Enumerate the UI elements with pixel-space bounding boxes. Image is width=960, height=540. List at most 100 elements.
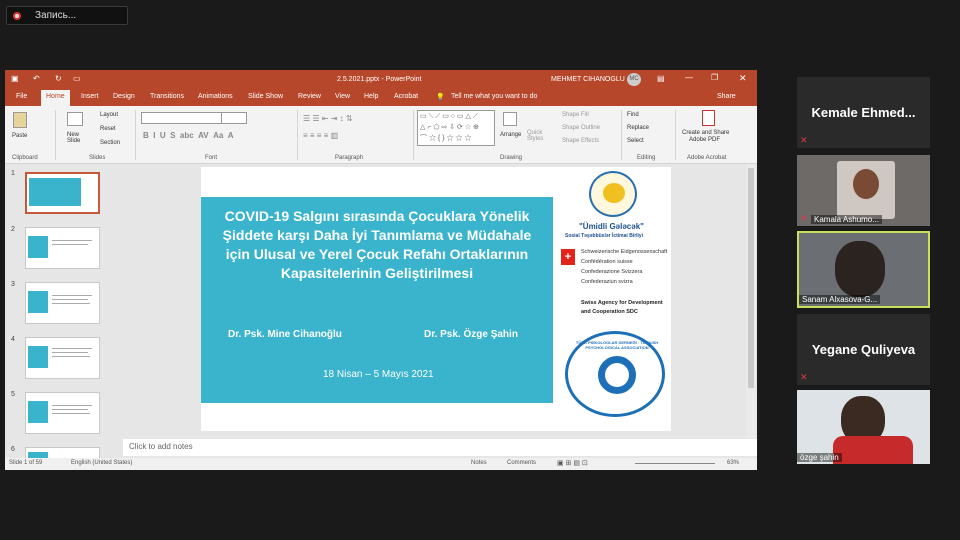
status-bar: Slide 1 of 59 English (United States) No… bbox=[5, 458, 757, 470]
close-icon[interactable]: ✕ bbox=[739, 73, 747, 84]
font-format-row[interactable]: B I U S abc AV Aa A bbox=[143, 131, 234, 140]
zoom-level[interactable]: 63% bbox=[727, 460, 739, 466]
layout-button[interactable]: Layout bbox=[100, 112, 118, 118]
slide-counter: Slide 1 of 59 bbox=[9, 460, 43, 466]
tpd-ring: TÜRK PSİKOLOGLAR DERNEĞİ · TURKISH PSYCH… bbox=[565, 331, 665, 417]
window-title: 2.5.2021.pptx - PowerPoint bbox=[337, 76, 422, 83]
participant-name: özge şahin bbox=[797, 453, 842, 462]
restore-icon[interactable]: ❐ bbox=[711, 73, 718, 82]
app-name: PowerPoint bbox=[385, 76, 422, 83]
scrollbar[interactable] bbox=[746, 164, 756, 438]
participant-tile[interactable]: Kemale Ehmed... ✕ bbox=[797, 77, 930, 148]
shape-outline-button[interactable]: Shape Outline bbox=[562, 125, 600, 131]
shape-effects-button[interactable]: Shape Effects bbox=[562, 138, 599, 144]
tab-design[interactable]: Design bbox=[113, 93, 135, 100]
shape-fill-button[interactable]: Shape Fill bbox=[562, 112, 589, 118]
tab-insert[interactable]: Insert bbox=[81, 93, 99, 100]
quick-styles-button[interactable]: Quick Styles bbox=[527, 130, 549, 142]
tab-transitions[interactable]: Transitions bbox=[150, 93, 184, 100]
thumbnail-3[interactable] bbox=[25, 282, 100, 324]
group-clipboard: Clipboard bbox=[12, 155, 38, 161]
powerpoint-window: ▣ ↶ ↻ ▭ 2.5.2021.pptx - PowerPoint MEHME… bbox=[5, 70, 757, 470]
language[interactable]: English (United States) bbox=[71, 460, 132, 466]
tab-view[interactable]: View bbox=[335, 93, 350, 100]
thumbnail-2[interactable] bbox=[25, 227, 100, 269]
user-name[interactable]: MEHMET CIHANOGLU bbox=[551, 76, 625, 83]
slide-canvas[interactable]: COVID-19 Salgını sırasında Çocuklara Yön… bbox=[201, 167, 671, 431]
participant-tile[interactable]: özge şahin bbox=[797, 390, 930, 464]
section-button[interactable]: Section bbox=[100, 140, 120, 146]
scroll-thumb[interactable] bbox=[748, 168, 754, 388]
create-share-label[interactable]: Create and Share bbox=[682, 130, 729, 136]
participant-tile-active[interactable]: Sanam Alxasova-G... bbox=[797, 231, 930, 308]
thumbnail-5[interactable] bbox=[25, 392, 100, 434]
list-buttons[interactable]: ☰ ☰ ⇤ ⇥ ↕ ⇅ bbox=[303, 114, 353, 123]
select-button[interactable]: Select bbox=[627, 138, 644, 144]
participant-tile[interactable]: Kamala Ashumo... ✕ bbox=[797, 155, 930, 226]
tab-help[interactable]: Help bbox=[364, 93, 378, 100]
umidli-name: "Ümidli Gələcək" bbox=[579, 222, 644, 231]
paste-icon[interactable] bbox=[13, 112, 27, 128]
tpd-p-icon bbox=[598, 356, 636, 394]
ribbon: Paste Clipboard New Slide Layout Reset S… bbox=[5, 106, 757, 164]
slide-title: COVID-19 Salgını sırasında Çocuklara Yön… bbox=[222, 208, 532, 281]
adobe-pdf-label[interactable]: Adobe PDF bbox=[689, 137, 720, 143]
arrange-icon[interactable] bbox=[503, 112, 517, 126]
umidli-sub: Sosial Təşəbbüslər İctimai Birliyi bbox=[565, 233, 644, 239]
thumb-title-block bbox=[29, 178, 81, 206]
recording-indicator[interactable]: Запись... bbox=[6, 6, 128, 25]
save-icon[interactable]: ▣ bbox=[11, 74, 19, 83]
new-slide-icon[interactable] bbox=[67, 112, 83, 126]
align-buttons[interactable]: ≡ ≡ ≡ ≡ ▥ bbox=[303, 131, 338, 140]
tab-file[interactable]: File bbox=[16, 93, 27, 100]
tpd-text: TÜRK PSİKOLOGLAR DERNEĞİ · TURKISH PSYCH… bbox=[575, 340, 659, 350]
find-button[interactable]: Find bbox=[627, 112, 639, 118]
tab-review[interactable]: Review bbox=[298, 93, 321, 100]
tell-me-box[interactable]: Tell me what you want to do bbox=[451, 93, 537, 100]
author-2: Dr. Psk. Özge Şahin bbox=[424, 329, 518, 340]
ribbon-display-icon[interactable]: ▤ bbox=[657, 74, 665, 83]
participant-name: Kemale Ehmed... bbox=[811, 105, 916, 120]
record-icon bbox=[13, 11, 21, 20]
paste-label[interactable]: Paste bbox=[12, 133, 27, 139]
tab-home[interactable]: Home bbox=[41, 90, 70, 106]
adobe-pdf-icon[interactable] bbox=[702, 110, 715, 126]
swiss-cross-icon: + bbox=[561, 249, 575, 265]
redo-icon[interactable]: ↻ bbox=[55, 74, 62, 83]
sun-shape bbox=[603, 183, 625, 203]
title-bar: ▣ ↶ ↻ ▭ 2.5.2021.pptx - PowerPoint MEHME… bbox=[5, 70, 757, 89]
notes-pane[interactable]: Click to add notes bbox=[123, 439, 757, 456]
tab-slideshow[interactable]: Slide Show bbox=[248, 93, 283, 100]
comments-button[interactable]: Comments bbox=[507, 460, 536, 466]
slide-thumbnails: 1 2 3 4 5 6 bbox=[5, 164, 123, 470]
new-slide-label[interactable]: New Slide bbox=[67, 132, 87, 144]
thumbnail-4[interactable] bbox=[25, 337, 100, 379]
participant-name: Yegane Quliyeva bbox=[811, 342, 916, 357]
thumbnail-1[interactable] bbox=[25, 172, 100, 214]
title-panel: COVID-19 Salgını sırasında Çocuklara Yön… bbox=[201, 197, 553, 403]
avatar[interactable]: MC bbox=[627, 73, 641, 86]
notes-button[interactable]: Notes bbox=[471, 460, 487, 466]
tab-acrobat[interactable]: Acrobat bbox=[394, 93, 418, 100]
swiss-agency: Swiss Agency for Development and Coopera… bbox=[581, 300, 663, 315]
font-size-box[interactable] bbox=[221, 112, 247, 124]
thumb-number: 4 bbox=[11, 336, 15, 343]
reset-button[interactable]: Reset bbox=[100, 126, 116, 132]
shapes-gallery[interactable]: ▭ ⟍ ⟋ ▭ ○ ▭ △ ⟋ △ ⌐ ⬠ ⇨ ⇩ ⟳ ☆ ⊕ ⌒ ☆ { } ☆ … bbox=[417, 110, 495, 146]
swiss-line-4: Confederaziun svizra bbox=[581, 279, 633, 285]
present-icon[interactable]: ▭ bbox=[73, 74, 81, 83]
participant-name: Kamala Ashumo... bbox=[811, 215, 882, 224]
participant-tile[interactable]: Yegane Quliyeva ✕ bbox=[797, 314, 930, 385]
replace-button[interactable]: Replace bbox=[627, 125, 649, 131]
zoom-slider[interactable] bbox=[635, 463, 715, 464]
undo-icon[interactable]: ↶ bbox=[33, 74, 40, 83]
minimize-icon[interactable]: — bbox=[685, 73, 693, 82]
share-button[interactable]: Share bbox=[717, 93, 736, 100]
video-feed bbox=[837, 161, 895, 219]
arrange-label[interactable]: Arrange bbox=[500, 132, 521, 138]
date-range: 18 Nisan – 5 Mayıs 2021 bbox=[323, 369, 434, 380]
author-1: Dr. Psk. Mine Cihanoğlu bbox=[228, 329, 342, 340]
tab-animations[interactable]: Animations bbox=[198, 93, 233, 100]
shirt-shape bbox=[833, 436, 913, 464]
view-buttons[interactable]: ▣ ⊞ ▤ ⊡ bbox=[557, 459, 588, 467]
